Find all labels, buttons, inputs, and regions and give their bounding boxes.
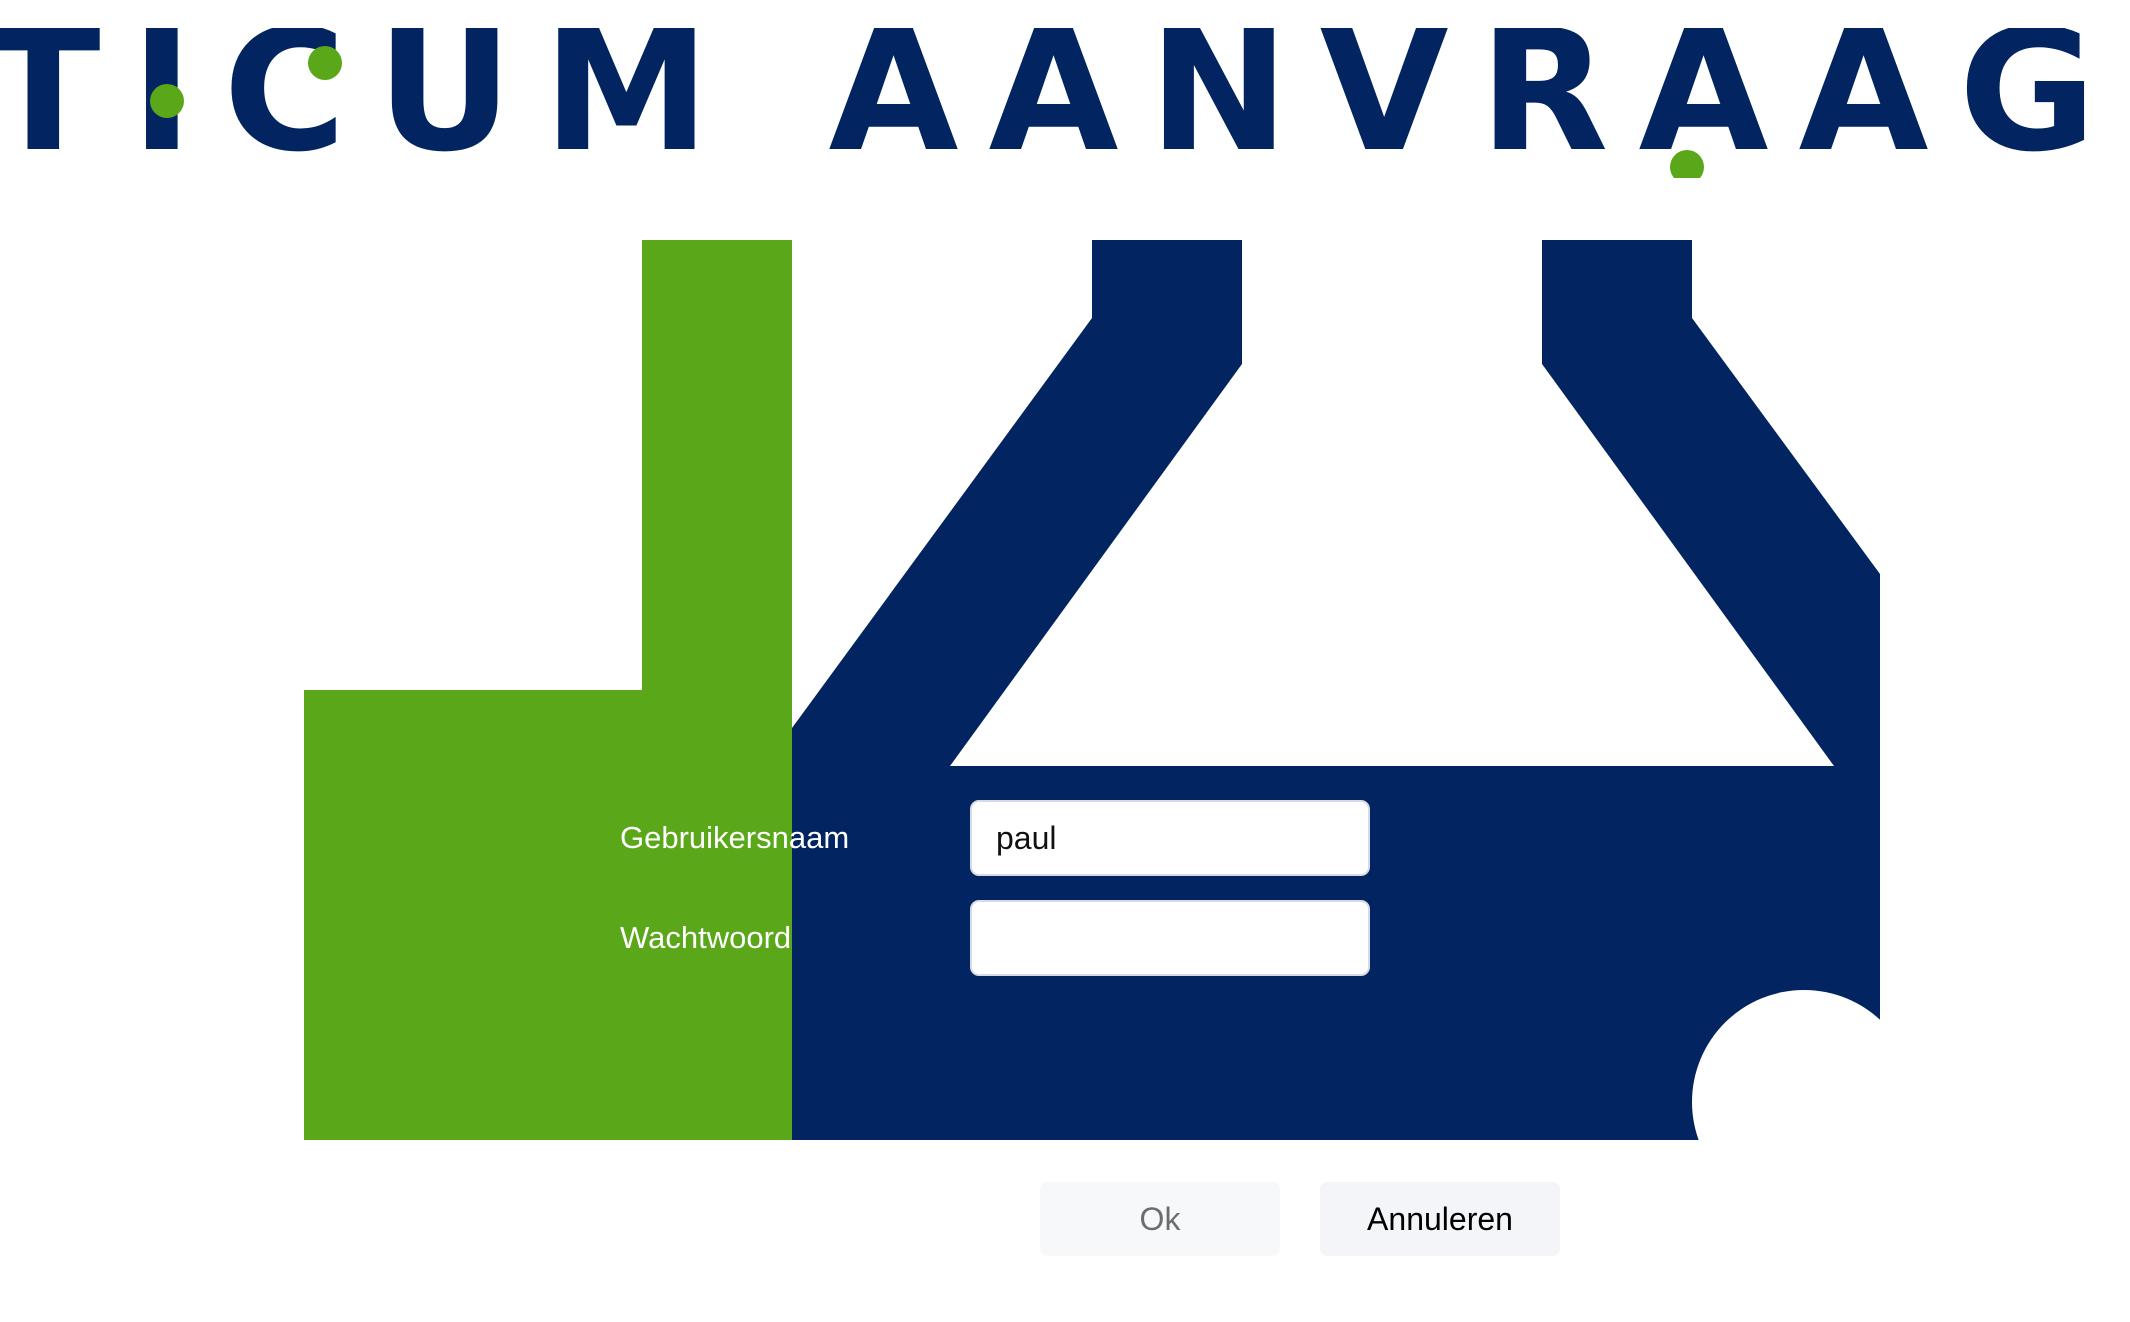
cancel-button[interactable]: Annuleren — [1320, 1182, 1560, 1256]
flask-shape — [792, 240, 1880, 1140]
username-row: Gebruikersnaam — [620, 800, 1380, 876]
username-input[interactable] — [970, 800, 1370, 876]
brand-illustration — [304, 240, 2130, 1214]
username-label: Gebruikersnaam — [620, 820, 850, 855]
login-dialog: TICUM AANVRAAG Gebruikersnaam Wachtwoord… — [0, 0, 2130, 1322]
flask-notch-edge — [1880, 960, 2130, 1160]
ok-button[interactable]: Ok — [1040, 1182, 1280, 1256]
password-input[interactable] — [970, 900, 1370, 976]
password-row: Wachtwoord — [620, 900, 1380, 976]
password-label: Wachtwoord — [620, 920, 792, 955]
green-block-upper — [642, 240, 792, 692]
